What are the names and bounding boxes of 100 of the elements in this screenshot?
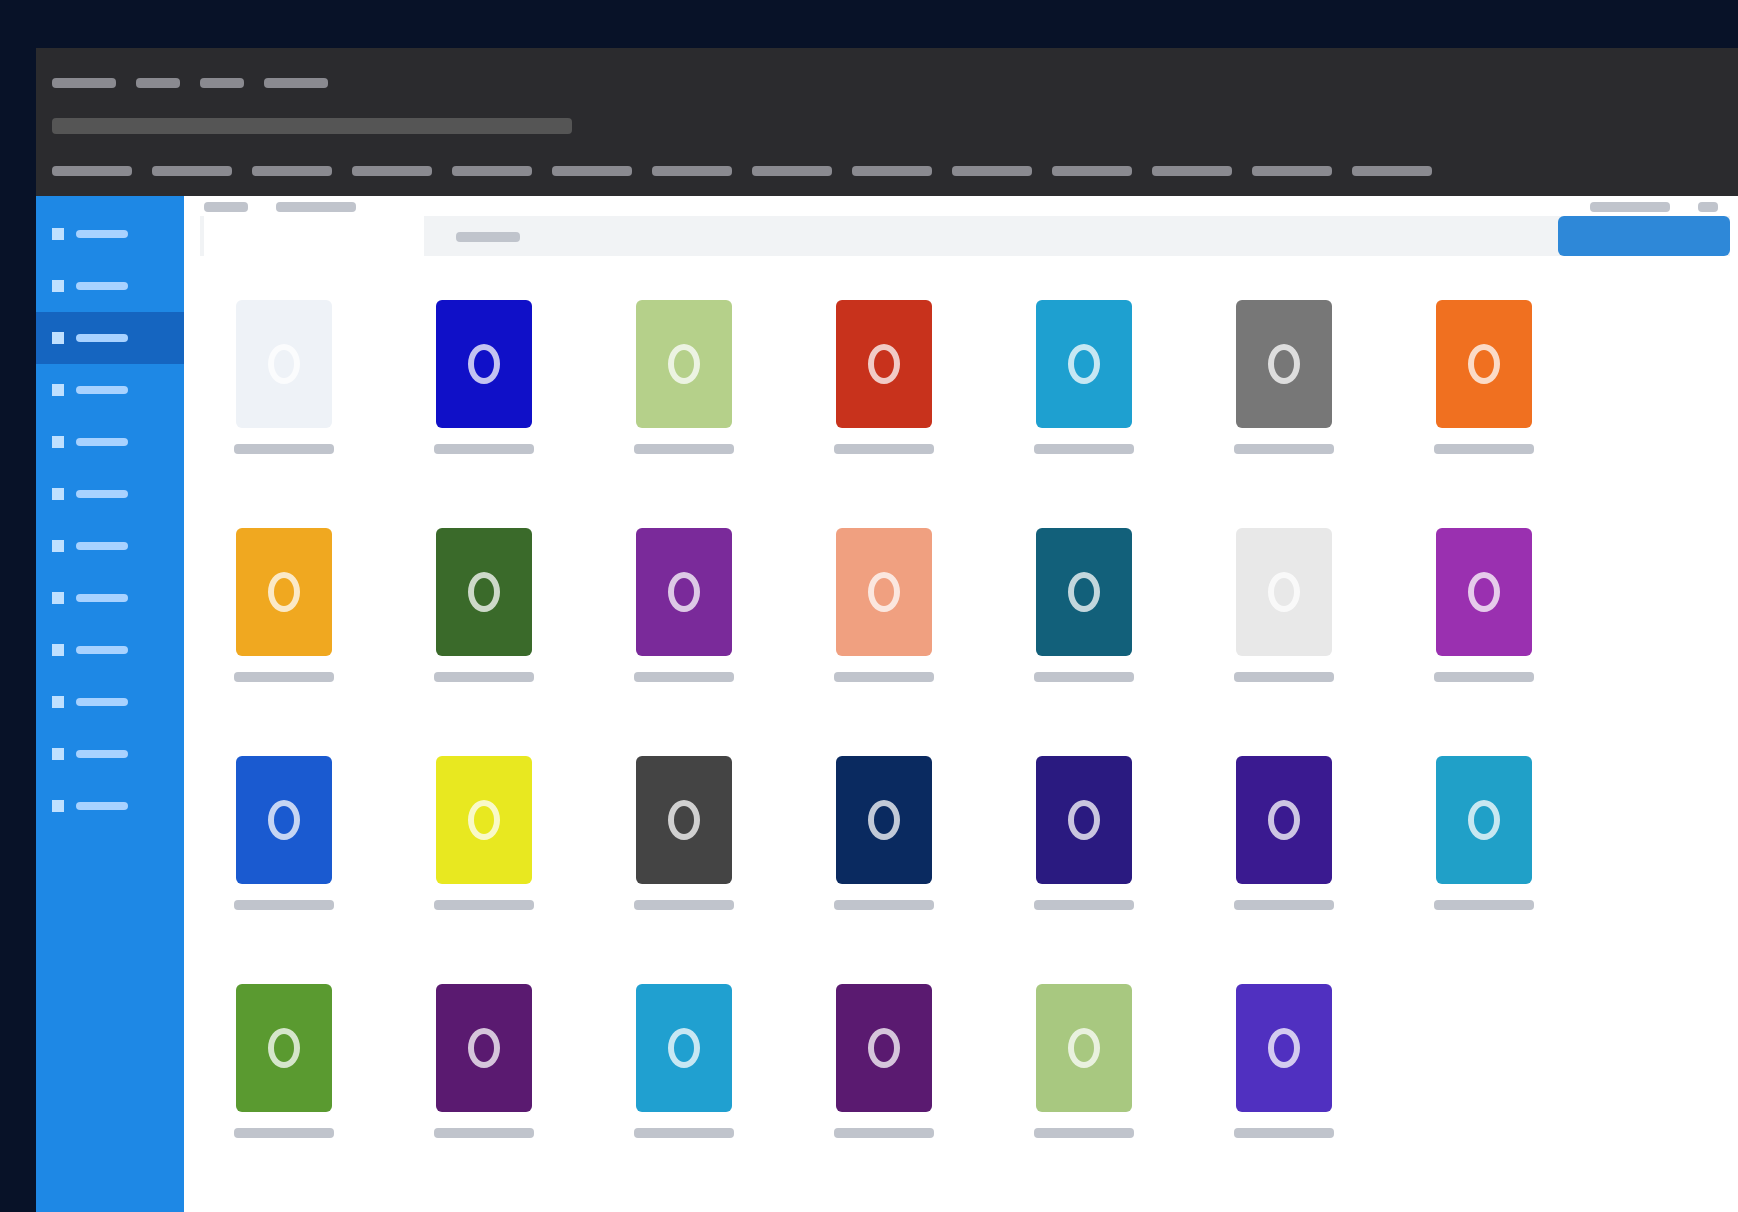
blurred-text	[634, 672, 734, 682]
ring-icon	[1268, 1028, 1300, 1068]
ring-icon	[1068, 572, 1100, 612]
blurred-text	[1352, 165, 1432, 175]
blurred-text	[652, 165, 732, 175]
ring-icon	[868, 572, 900, 612]
blurred-text	[234, 444, 334, 454]
blurred-text	[1234, 672, 1334, 682]
blurred-text	[276, 201, 356, 211]
sidebar-item[interactable]	[36, 312, 184, 364]
blurred-text	[1034, 1128, 1134, 1138]
blurred-text	[1234, 444, 1334, 454]
blurred-text	[1590, 201, 1670, 211]
tile[interactable]	[1436, 300, 1532, 428]
ring-icon	[1068, 800, 1100, 840]
tile[interactable]	[836, 300, 932, 428]
blurred-text	[52, 77, 116, 87]
tile[interactable]	[836, 984, 932, 1112]
tile[interactable]	[436, 984, 532, 1112]
blurred-text	[1698, 201, 1718, 211]
tile[interactable]	[1236, 984, 1332, 1112]
ring-icon	[1268, 800, 1300, 840]
blurred-text	[1034, 444, 1134, 454]
tile[interactable]	[1436, 756, 1532, 884]
blurred-text	[434, 1128, 534, 1138]
blurred-text	[834, 1128, 934, 1138]
blurred-text	[1252, 165, 1332, 175]
tile[interactable]	[436, 300, 532, 428]
ring-icon	[668, 1028, 700, 1068]
blurred-text	[204, 201, 248, 211]
ring-icon	[868, 1028, 900, 1068]
tile[interactable]	[1236, 300, 1332, 428]
ring-icon	[268, 1028, 300, 1068]
tile[interactable]	[1036, 984, 1132, 1112]
blurred-text	[434, 672, 534, 682]
ring-icon	[668, 572, 700, 612]
blurred-text	[834, 444, 934, 454]
blurred-text	[136, 77, 180, 87]
blurred-text	[234, 672, 334, 682]
blurred-text	[1234, 1128, 1334, 1138]
tile[interactable]	[836, 756, 932, 884]
ring-icon	[468, 344, 500, 384]
blurred-text	[834, 672, 934, 682]
blurred-text	[1434, 900, 1534, 910]
tile[interactable]	[236, 984, 332, 1112]
blurred-text	[1434, 444, 1534, 454]
blurred-text	[1434, 672, 1534, 682]
ring-icon	[1068, 1028, 1100, 1068]
tile[interactable]	[1236, 756, 1332, 884]
ring-icon	[468, 1028, 500, 1068]
tile[interactable]	[1036, 756, 1132, 884]
ring-icon	[668, 344, 700, 384]
ring-icon	[868, 344, 900, 384]
blurred-text	[552, 165, 632, 175]
ring-icon	[1468, 572, 1500, 612]
blurred-text	[234, 1128, 334, 1138]
ring-icon	[468, 800, 500, 840]
blurred-text	[1152, 165, 1232, 175]
blurred-text	[152, 165, 232, 175]
ring-icon	[1268, 344, 1300, 384]
blurred-text	[634, 1128, 734, 1138]
tile[interactable]	[1436, 528, 1532, 656]
blurred-text	[434, 900, 534, 910]
tile[interactable]	[1036, 300, 1132, 428]
ring-icon	[468, 572, 500, 612]
blurred-text	[200, 77, 244, 87]
blurred-text	[352, 165, 432, 175]
tile[interactable]	[636, 528, 732, 656]
blurred-text	[634, 900, 734, 910]
tile[interactable]	[236, 756, 332, 884]
ring-icon	[668, 800, 700, 840]
blurred-text	[452, 165, 532, 175]
blurred-text	[852, 165, 932, 175]
tile[interactable]	[1036, 528, 1132, 656]
blurred-text	[834, 900, 934, 910]
blurred-text	[234, 900, 334, 910]
tile[interactable]	[636, 300, 732, 428]
ring-icon	[1468, 344, 1500, 384]
tile[interactable]	[836, 528, 932, 656]
blurred-text	[1052, 165, 1132, 175]
ring-icon	[268, 800, 300, 840]
tile[interactable]	[636, 984, 732, 1112]
blurred-text	[952, 165, 1032, 175]
tile[interactable]	[636, 756, 732, 884]
blurred-text	[1234, 900, 1334, 910]
tile[interactable]	[436, 756, 532, 884]
ring-icon	[1468, 800, 1500, 840]
blurred-text	[252, 165, 332, 175]
tile[interactable]	[436, 528, 532, 656]
blurred-text	[1034, 900, 1134, 910]
tile[interactable]	[236, 528, 332, 656]
blurred-text	[752, 165, 832, 175]
ring-icon	[268, 572, 300, 612]
blurred-text	[52, 165, 132, 175]
blurred-text	[1034, 672, 1134, 682]
blurred-text	[634, 444, 734, 454]
ring-icon	[868, 800, 900, 840]
ring-icon	[1068, 344, 1100, 384]
blurred-text	[434, 444, 534, 454]
blurred-text	[264, 77, 328, 87]
